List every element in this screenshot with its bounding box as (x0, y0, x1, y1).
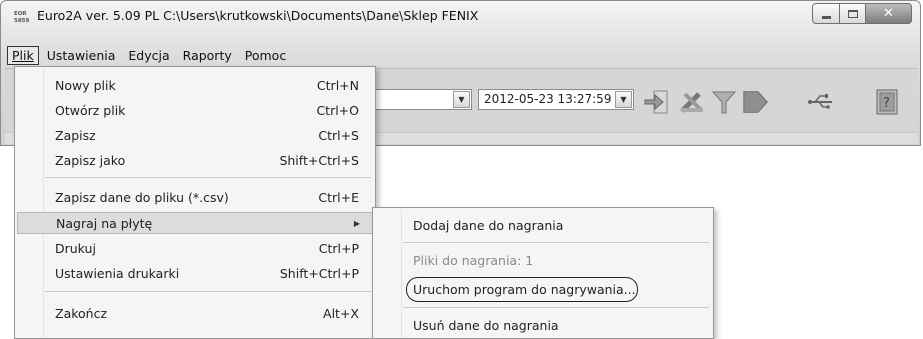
help-button[interactable]: ? (872, 87, 902, 117)
menu-item-label: Nowy plik (55, 77, 116, 93)
menu-item-zakoncz[interactable]: Zakończ Alt+X (17, 302, 373, 324)
title-bar[interactable]: EOR 5859 Euro2A ver. 5.09 PL C:\Users\kr… (1, 1, 920, 31)
menu-item-label: Zapisz jako (55, 152, 126, 168)
menu-item-shortcut: Ctrl+P (318, 240, 359, 256)
menu-item-shortcut: Alt+X (323, 305, 359, 321)
menu-item-drukuj[interactable]: Drukuj Ctrl+P (17, 237, 373, 259)
menu-bar: Plik Ustawienia Edycja Raporty Pomoc (7, 44, 294, 66)
menu-ustawienia[interactable]: Ustawienia (42, 46, 121, 65)
date-select[interactable]: 2012-05-23 13:27:59 ▼ (478, 89, 634, 110)
menu-item-otworz-plik[interactable]: Otwórz plik Ctrl+O (17, 99, 373, 121)
window-title: Euro2A ver. 5.09 PL C:\Users\krutkowski\… (37, 8, 479, 23)
filter-button[interactable] (709, 87, 739, 117)
usb-button[interactable] (806, 87, 836, 117)
menu-item-shortcut: Ctrl+E (318, 189, 359, 205)
menu-item-label: Ustawienia drukarki (55, 265, 180, 281)
menu-item-ustawienia-drukarki[interactable]: Ustawienia drukarki Shift+Ctrl+P (17, 262, 373, 284)
caption-buttons: ✕ (812, 3, 912, 24)
minimize-button[interactable] (812, 3, 840, 24)
menu-separator (45, 291, 371, 292)
minimize-icon (821, 15, 831, 19)
maximize-button[interactable] (840, 3, 866, 24)
menu-item-nowy-plik[interactable]: Nowy plik Ctrl+N (17, 74, 373, 96)
submenu-arrow-icon: ▶ (353, 218, 360, 228)
menu-item-label: Usuń dane do nagrania (413, 317, 559, 333)
menu-item-label: Nagraj na płytę (56, 215, 153, 231)
chevron-down-icon: ▼ (620, 95, 627, 104)
menu-item-zapisz-jako[interactable]: Zapisz jako Shift+Ctrl+S (17, 149, 373, 171)
menu-item-shortcut: Ctrl+S (318, 127, 359, 143)
menu-item-nagraj-na-plyte[interactable]: Nagraj na płytę ▶ (17, 212, 373, 234)
export-button[interactable] (741, 87, 771, 117)
menu-item-label: Pliki do nagrania: 1 (413, 252, 534, 268)
menu-item-label: Otwórz plik (55, 102, 126, 118)
menu-separator (403, 307, 709, 308)
menu-item-shortcut: Shift+Ctrl+P (279, 265, 359, 281)
close-icon: ✕ (883, 6, 894, 21)
filter-icon (711, 91, 737, 114)
menu-item-label: Zapisz (55, 127, 96, 143)
menu-item-zapisz[interactable]: Zapisz Ctrl+S (17, 124, 373, 146)
menu-item-label: Drukuj (55, 240, 96, 256)
close-button[interactable]: ✕ (866, 3, 912, 24)
import-icon (644, 90, 668, 114)
plik-menu: Nowy plik Ctrl+N Otwórz plik Ctrl+O Zapi… (14, 66, 376, 339)
date-value: 2012-05-23 13:27:59 (484, 92, 612, 106)
menu-item-label: Zakończ (55, 305, 108, 321)
tools-icon (680, 92, 703, 113)
nagraj-submenu: Dodaj dane do nagrania Pliki do nagrania… (372, 207, 714, 339)
export-icon (743, 91, 768, 113)
submenu-item-dodaj-dane[interactable]: Dodaj dane do nagrania (375, 213, 711, 237)
menu-separator (45, 177, 371, 178)
menu-item-zapisz-csv[interactable]: Zapisz dane do pliku (*.csv) Ctrl+E (17, 186, 373, 208)
menu-pomoc-label: Pomoc (244, 47, 287, 63)
chevron-down-icon: ▼ (458, 95, 465, 104)
date-select-dropdown-button[interactable]: ▼ (615, 91, 632, 108)
menu-edycja-label: Edycja (128, 47, 170, 63)
menu-raporty-label: Raporty (182, 47, 232, 63)
svg-text:EOR: EOR (14, 11, 27, 17)
menu-item-shortcut: Ctrl+N (316, 77, 359, 93)
menu-separator (403, 242, 709, 243)
usb-icon (808, 94, 832, 109)
highlight-ellipse (406, 277, 638, 302)
menu-item-shortcut: Ctrl+O (316, 102, 359, 118)
menu-pomoc[interactable]: Pomoc (240, 46, 291, 65)
menu-edycja[interactable]: Edycja (123, 46, 174, 65)
menu-plik-label: Plik (12, 47, 34, 63)
menu-raporty[interactable]: Raporty (178, 46, 237, 65)
menu-plik[interactable]: Plik (7, 45, 39, 65)
menu-item-label: Zapisz dane do pliku (*.csv) (55, 189, 229, 205)
menu-ustawienia-label: Ustawienia (46, 47, 116, 63)
svg-text:?: ? (883, 96, 890, 111)
shop-select-dropdown-button[interactable]: ▼ (453, 91, 470, 108)
tools-button[interactable] (677, 87, 707, 117)
svg-text:5859: 5859 (14, 18, 29, 24)
submenu-item-pliki-do-nagrania: Pliki do nagrania: 1 (375, 248, 711, 272)
menu-item-shortcut: Shift+Ctrl+S (279, 152, 359, 168)
app-icon[interactable]: EOR 5859 (13, 9, 29, 24)
import-button[interactable] (643, 87, 673, 117)
menu-item-label: Dodaj dane do nagrania (413, 217, 564, 233)
submenu-item-usun-dane[interactable]: Usuń dane do nagrania (375, 313, 711, 337)
maximize-icon (847, 9, 858, 18)
help-icon: ? (876, 89, 898, 115)
